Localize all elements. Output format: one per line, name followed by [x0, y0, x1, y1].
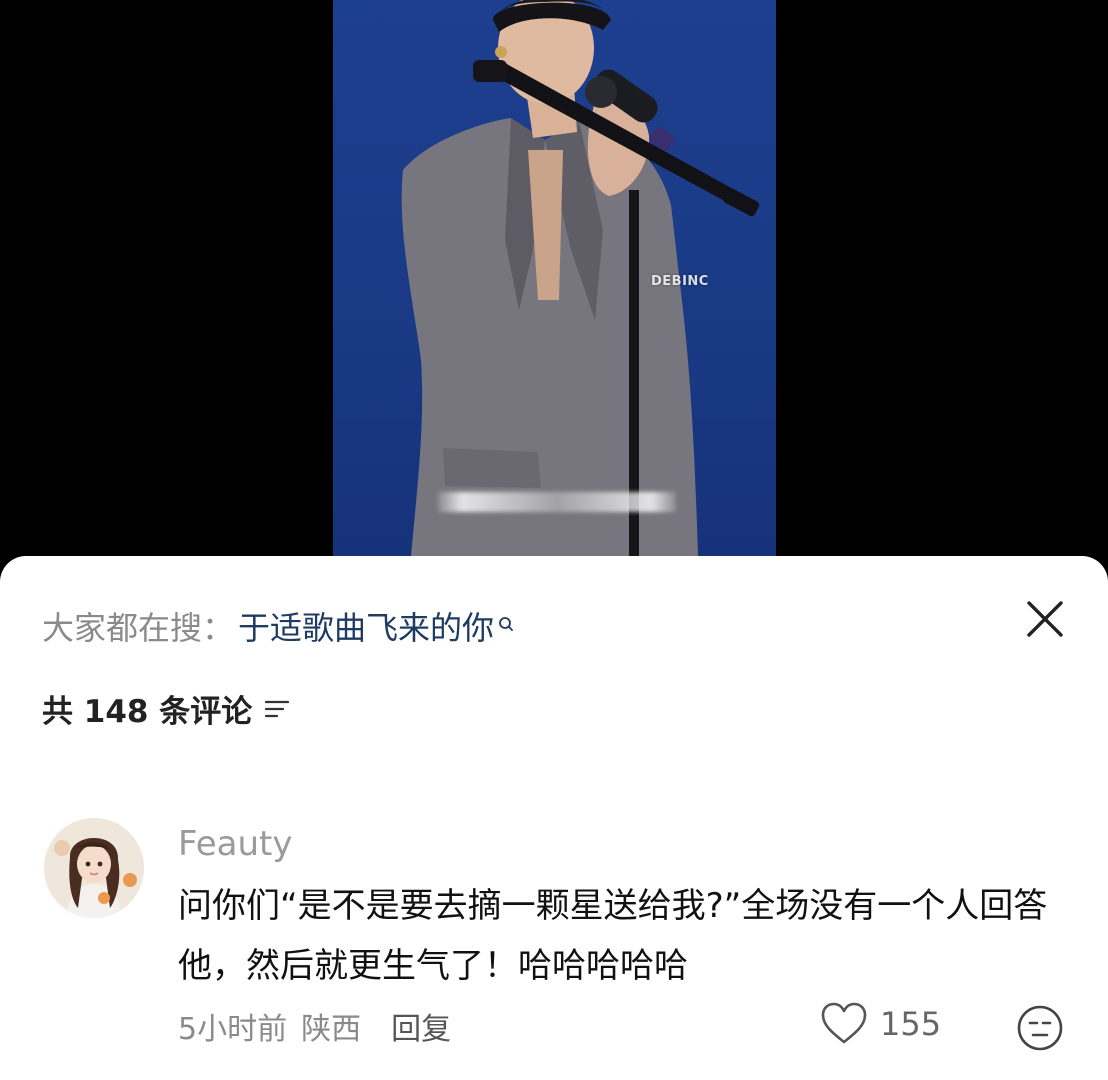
comments-sheet: 大家都在搜： 于适歌曲飞来的你 共 148 条评论 Feauty 问你们“是不是…	[0, 556, 1108, 1080]
reply-button[interactable]: 回复	[391, 1004, 451, 1048]
comment-text: 问你们“是不是要去摘一颗星送给我?”全场没有一个人回答他，然后就更生气了！哈哈哈…	[178, 886, 1048, 986]
comment-count: 共 148 条评论	[42, 693, 253, 730]
emoji-icon	[1017, 1005, 1063, 1051]
video-frame	[401, 0, 760, 556]
heart-icon	[821, 1002, 867, 1044]
trending-search-prefix: 大家都在搜：	[42, 609, 235, 647]
blurred-subtitle	[438, 492, 676, 512]
emoji-reaction-button[interactable]	[1016, 1004, 1064, 1052]
comment-time: 5小时前	[178, 1012, 288, 1047]
comment-meta: 5小时前 陕西 回复	[178, 1004, 451, 1048]
avatar[interactable]	[44, 818, 144, 918]
close-button[interactable]	[1022, 596, 1068, 642]
video-player[interactable]: DEBINC	[333, 0, 776, 556]
trending-search[interactable]: 大家都在搜： 于适歌曲飞来的你	[42, 602, 514, 650]
close-icon	[1027, 601, 1063, 637]
video-watermark: DEBINC	[651, 274, 709, 289]
sort-icon[interactable]	[264, 692, 290, 728]
trending-search-term[interactable]: 于适歌曲飞来的你	[238, 603, 494, 649]
search-icon	[498, 602, 514, 640]
like-button[interactable]: 155	[820, 1002, 941, 1046]
like-count: 155	[880, 1005, 942, 1043]
comment-location: 陕西	[301, 1012, 362, 1047]
comment-username[interactable]: Feauty	[178, 824, 292, 864]
comment-count-row: 共 148 条评论	[42, 684, 290, 732]
